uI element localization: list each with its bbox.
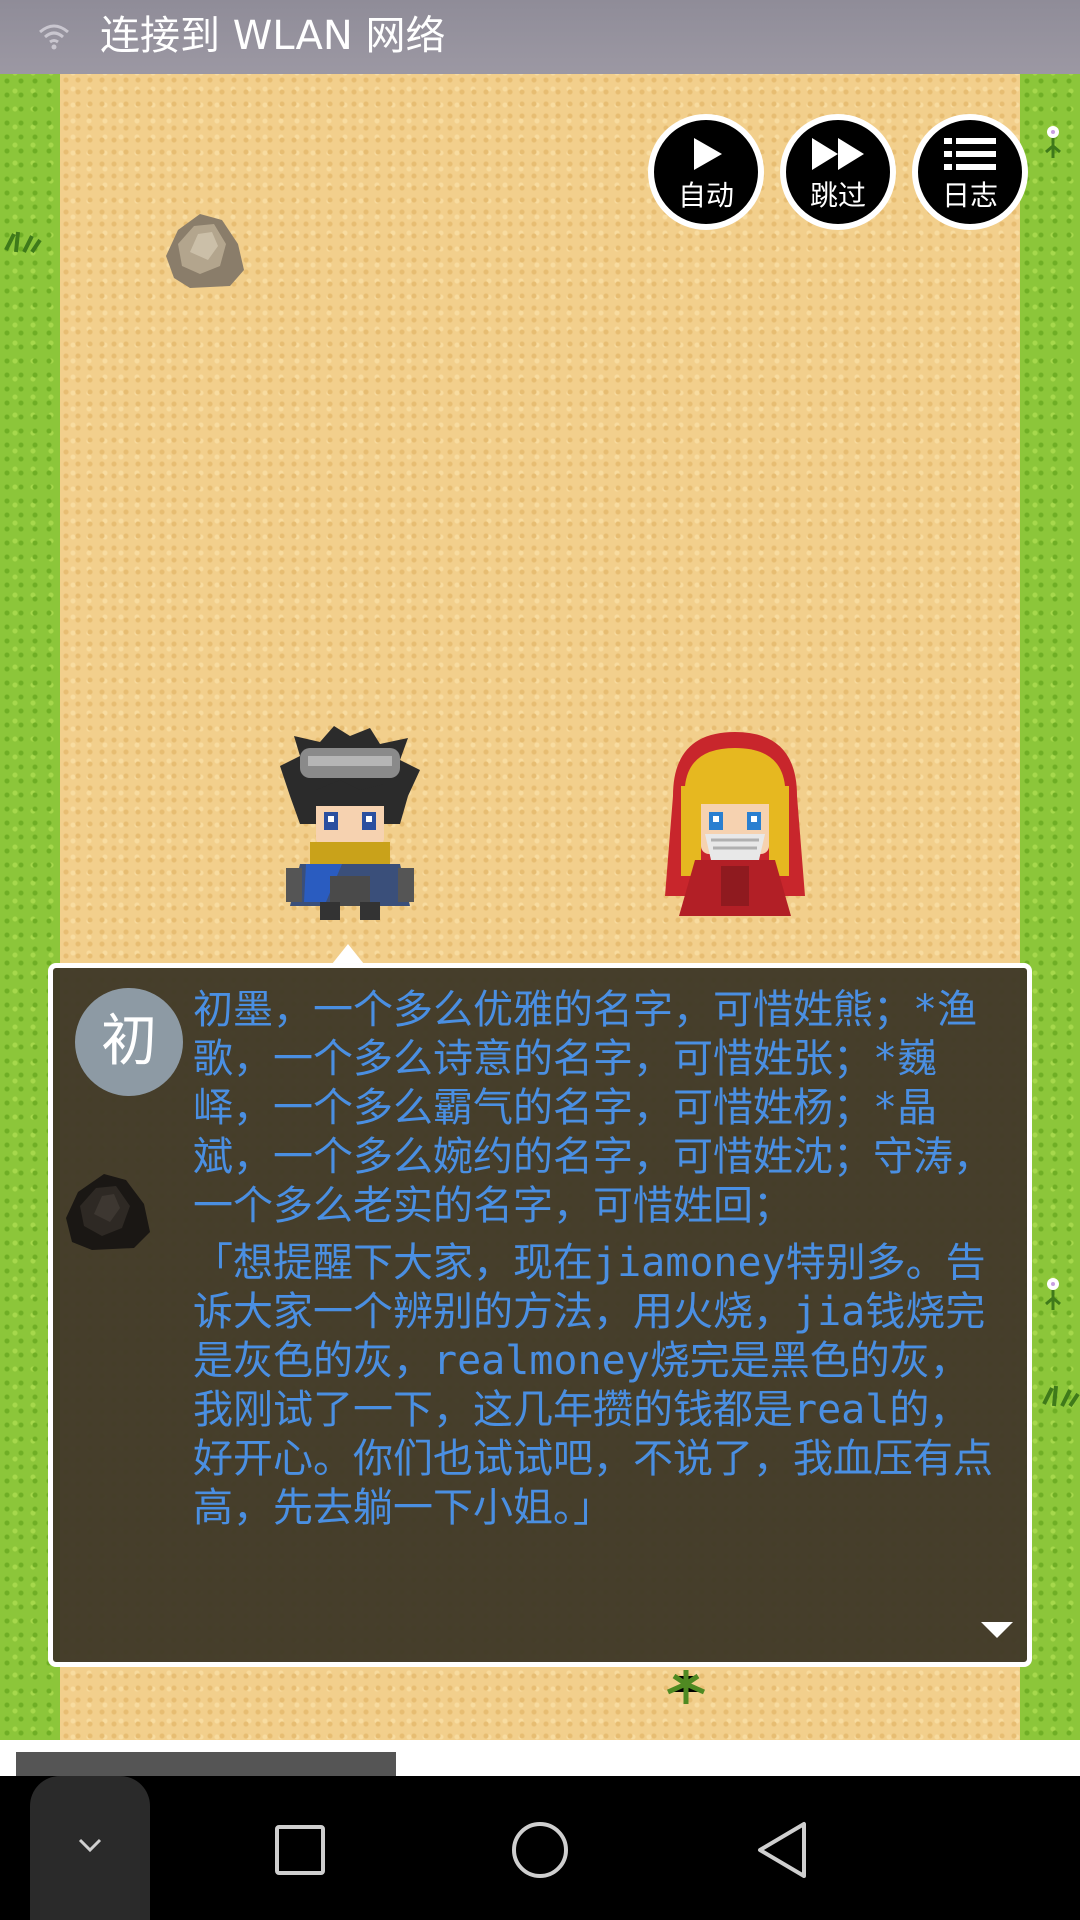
thumbnail[interactable]: [16, 1752, 396, 1776]
dialog-text: 初墨，一个多么优雅的名字，可惜姓熊；*渔歌，一个多么诗意的名字，可惜姓张；*巍峄…: [193, 986, 993, 1533]
skip-label: 跳过: [809, 179, 866, 212]
wifi-icon: [39, 24, 69, 50]
dialog-pointer: [332, 944, 364, 964]
collapse-button[interactable]: [30, 1776, 150, 1920]
bottom-strip: [0, 1740, 1080, 1776]
weed-icon: [4, 231, 42, 254]
square-icon[interactable]: [274, 1824, 326, 1876]
speaker-avatar: 初: [75, 988, 183, 1096]
hero-character[interactable]: [270, 726, 430, 922]
flower-icon: [1045, 126, 1061, 158]
game-scene[interactable]: 自动 跳过 日志 初 初墨，一个多么优雅的名字，可惜姓熊；*渔歌，一个多么诗意的…: [0, 74, 1080, 1740]
fast-forward-icon: [812, 138, 864, 170]
coal-rock-icon: [66, 1174, 150, 1250]
triangle-back-icon[interactable]: [754, 1820, 810, 1880]
continue-arrow-icon[interactable]: [981, 1622, 1013, 1638]
flower-icon: [1045, 1278, 1061, 1310]
navigation-bar: [0, 1776, 1080, 1920]
weed-icon: [1042, 1385, 1080, 1408]
status-bar: 连接到 WLAN 网络: [0, 0, 1080, 74]
dialog-box[interactable]: 初 初墨，一个多么优雅的名字，可惜姓熊；*渔歌，一个多么诗意的名字，可惜姓张；*…: [48, 963, 1032, 1667]
log-label: 日志: [941, 179, 998, 212]
dialog-paragraph-1: 初墨，一个多么优雅的名字，可惜姓熊；*渔歌，一个多么诗意的名字，可惜姓张；*巍峄…: [193, 987, 993, 1229]
weed-icon: [666, 1670, 706, 1704]
screen: 连接到 WLAN 网络 自动 跳过 日志 初 初墨，一个多么优雅的名字，可惜姓熊…: [0, 0, 1080, 1920]
play-icon: [694, 138, 722, 170]
rock-icon: [166, 214, 244, 288]
red-hood-girl-character[interactable]: [655, 726, 815, 922]
auto-button[interactable]: 自动: [648, 114, 764, 230]
skip-button[interactable]: 跳过: [780, 114, 896, 230]
dialog-paragraph-2: 「想提醒下大家，现在jiamoney特别多。告诉大家一个辨别的方法，用火烧，ji…: [193, 1240, 993, 1531]
circle-icon[interactable]: [510, 1820, 570, 1880]
log-button[interactable]: 日志: [912, 114, 1028, 230]
list-icon: [944, 138, 996, 170]
chevron-down-icon: [78, 1838, 102, 1853]
auto-label: 自动: [677, 179, 734, 212]
status-text[interactable]: 连接到 WLAN 网络: [100, 10, 445, 62]
